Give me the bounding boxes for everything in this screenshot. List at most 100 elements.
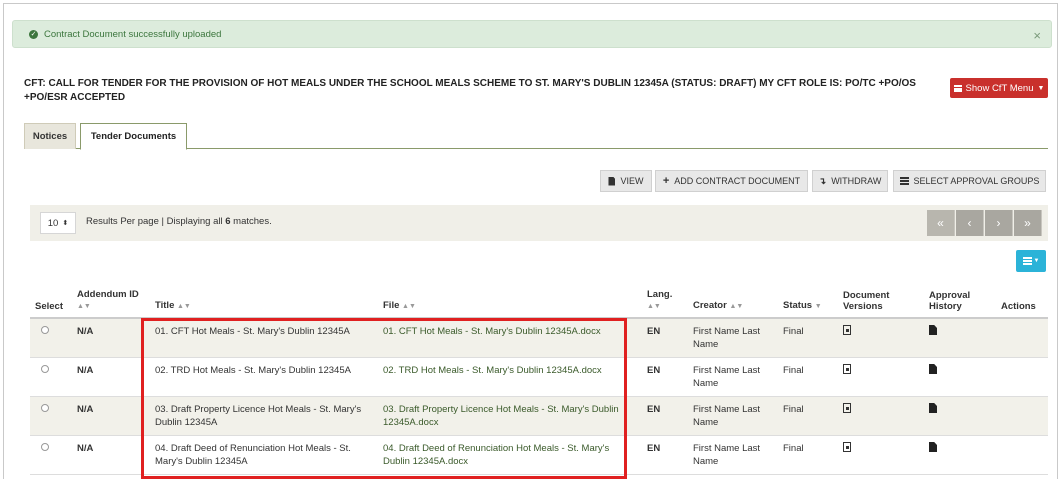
actions-cell [996,396,1048,436]
header-status[interactable]: Status ▼ [778,286,838,319]
columns-icon [1022,257,1032,265]
first-page-button[interactable]: « [927,210,955,236]
header-document-versions: Document Versions [838,286,924,319]
success-alert: ✓ Contract Document successfully uploade… [12,20,1052,48]
header-approval-history: Approval History [924,286,996,319]
per-page-value: 10 [47,217,59,229]
page-title: CFT: CALL FOR TENDER FOR THE PROVISION O… [24,77,924,105]
view-label: VIEW [620,176,644,186]
title-cell: 03. Draft Property Licence Hot Meals - S… [150,396,378,436]
document-versions-icon[interactable] [843,442,851,452]
header-lang[interactable]: Lang. ▲▼ [642,286,688,319]
sort-icon: ▲▼ [402,303,416,310]
results-per-page-select[interactable]: 10 ⬍ [40,212,76,234]
add-contract-document-button[interactable]: + ADD CONTRACT DOCUMENT [655,170,808,192]
file-link[interactable]: 03. Draft Property Licence Hot Meals - S… [378,396,642,436]
actions-cell [996,357,1048,397]
menu-icon [953,84,962,92]
table-row: N/A 03. Draft Property Licence Hot Meals… [30,396,1048,436]
file-link[interactable]: 01. CFT Hot Meals - St. Mary's Dublin 12… [378,318,642,358]
withdraw-icon: ↴ [818,175,827,186]
row-select-radio[interactable] [41,365,49,373]
sort-icon: ▲▼ [647,303,661,310]
caret-down-icon: ▼ [1033,258,1040,264]
title-cell: 01. CFT Hot Meals - St. Mary's Dublin 12… [150,318,378,358]
plus-icon: + [662,175,670,187]
tab-tender-documents[interactable]: Tender Documents [80,123,187,150]
results-summary: Results Per page | Displaying all 6 matc… [86,216,272,227]
file-link[interactable]: 04. Draft Deed of Renunciation Hot Meals… [378,435,642,475]
cft-menu-label: Show CfT Menu [965,82,1034,94]
header-actions: Actions [996,286,1048,319]
row-select-radio[interactable] [41,443,49,451]
documents-table: Select Addendum ID ▲▼ Title ▲▼ File ▲▼ La… [30,286,1048,475]
table-header-row: Select Addendum ID ▲▼ Title ▲▼ File ▲▼ La… [30,286,1048,319]
withdraw-label: WITHDRAW [831,176,882,186]
pagination-bar: 10 ⬍ Results Per page | Displaying all 6… [30,205,1048,241]
lang-cell: EN [642,357,688,397]
header-title[interactable]: Title ▲▼ [150,286,378,319]
file-icon [608,176,616,186]
sort-arrows-icon: ⬍ [62,220,69,227]
tab-bar: Notices Tender Documents [24,123,1048,150]
document-versions-icon[interactable] [843,403,851,413]
header-addendum-id[interactable]: Addendum ID ▲▼ [72,286,150,319]
addendum-id-cell: N/A [72,357,150,397]
alert-message: Contract Document successfully uploaded [44,28,222,40]
show-cft-menu-button[interactable]: Show CfT Menu ▼ [950,78,1048,98]
status-cell: Final [778,435,838,475]
creator-cell: First Name Last Name [688,357,778,397]
creator-cell: First Name Last Name [688,435,778,475]
sort-icon: ▼ [814,303,822,310]
sort-icon: ▲▼ [77,303,91,310]
header-file[interactable]: File ▲▼ [378,286,642,319]
lang-cell: EN [642,435,688,475]
withdraw-button[interactable]: ↴ WITHDRAW [812,170,888,192]
file-link[interactable]: 02. TRD Hot Meals - St. Mary's Dublin 12… [378,357,642,397]
row-select-radio[interactable] [41,404,49,412]
next-page-button[interactable]: › [985,210,1013,236]
header-creator[interactable]: Creator ▲▼ [688,286,778,319]
tab-notices[interactable]: Notices [24,123,76,149]
prev-page-button[interactable]: ‹ [956,210,984,236]
approval-history-icon[interactable] [929,403,937,413]
approval-history-icon[interactable] [929,325,937,335]
table-row: N/A 01. CFT Hot Meals - St. Mary's Dubli… [30,318,1048,358]
close-icon[interactable]: × [1033,28,1041,43]
addendum-id-cell: N/A [72,435,150,475]
results-suffix: matches. [230,216,272,227]
approval-history-icon[interactable] [929,364,937,374]
approval-history-icon[interactable] [929,442,937,452]
status-cell: Final [778,357,838,397]
add-label: ADD CONTRACT DOCUMENT [674,176,801,186]
table-icon [899,177,909,185]
addendum-id-cell: N/A [72,396,150,436]
title-cell: 02. TRD Hot Meals - St. Mary's Dublin 12… [150,357,378,397]
header-select: Select [30,286,72,319]
status-cell: Final [778,318,838,358]
table-row: N/A 04. Draft Deed of Renunciation Hot M… [30,435,1048,475]
actions-cell [996,318,1048,358]
check-circle-icon: ✓ [29,29,38,39]
lang-cell: EN [642,318,688,358]
creator-cell: First Name Last Name [688,318,778,358]
column-chooser-button[interactable]: ▼ [1016,250,1046,272]
approval-label: SELECT APPROVAL GROUPS [913,176,1040,186]
tender-title: CFT: CALL FOR TENDER FOR THE PROVISION O… [24,78,669,89]
last-page-button[interactable]: » [1014,210,1042,236]
actions-cell [996,435,1048,475]
document-versions-icon[interactable] [843,364,851,374]
sort-icon: ▲▼ [729,303,744,310]
select-approval-groups-button[interactable]: SELECT APPROVAL GROUPS [893,170,1046,192]
caret-down-icon: ▼ [1037,84,1045,92]
results-prefix: Results Per page | Displaying all [86,216,226,227]
table-row: N/A 02. TRD Hot Meals - St. Mary's Dubli… [30,357,1048,397]
addendum-id-cell: N/A [72,318,150,358]
row-select-radio[interactable] [41,326,49,334]
lang-cell: EN [642,396,688,436]
document-versions-icon[interactable] [843,325,851,335]
view-button[interactable]: VIEW [600,170,652,192]
creator-cell: First Name Last Name [688,396,778,436]
title-cell: 04. Draft Deed of Renunciation Hot Meals… [150,435,378,475]
sort-icon: ▲▼ [177,303,191,310]
